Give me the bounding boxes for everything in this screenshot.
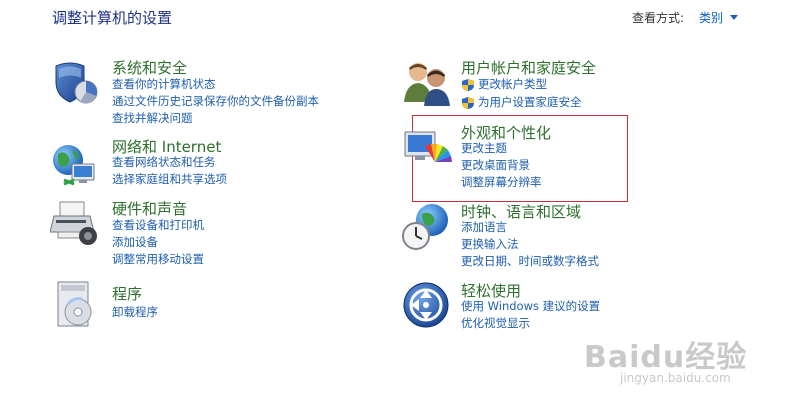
link-add-device[interactable]: 添加设备 [112,234,158,251]
view-by-dropdown[interactable]: 类别 [699,9,723,26]
category-title-hardware-sound[interactable]: 硬件和声音 [112,198,187,219]
link-change-theme[interactable]: 更改主题 [461,140,507,157]
link-add-language[interactable]: 添加语言 [461,219,507,236]
view-by-label: 查看方式: [632,11,685,25]
link-uninstall-program[interactable]: 卸载程序 [112,304,158,321]
link-change-date-time-format[interactable]: 更改日期、时间或数字格式 [461,253,599,270]
watermark-url: jingyan.baidu.com [620,371,731,385]
link-file-history-backup[interactable]: 通过文件历史记录保存你的文件备份副本 [112,93,319,110]
link-change-account-type[interactable]: 更改帐户类型 [478,76,547,93]
appearance-personalization-icon[interactable] [403,128,453,178]
link-devices-printers[interactable]: 查看设备和打印机 [112,217,204,234]
network-internet-icon[interactable] [50,140,100,190]
link-homegroup-sharing[interactable]: 选择家庭组和共享选项 [112,171,227,188]
clock-language-region-icon[interactable] [402,202,452,252]
link-mobility-settings[interactable]: 调整常用移动设置 [112,251,204,268]
chevron-down-icon[interactable] [730,15,738,20]
link-view-computer-status[interactable]: 查看你的计算机状态 [112,76,216,93]
link-change-desktop-background[interactable]: 更改桌面背景 [461,157,530,174]
link-change-input-method[interactable]: 更换输入法 [461,236,519,253]
link-optimize-visual-display[interactable]: 优化视觉显示 [461,315,530,332]
user-accounts-icon[interactable] [402,58,452,108]
uac-shield-icon [461,77,475,91]
link-windows-recommended-settings[interactable]: 使用 Windows 建议的设置 [461,298,600,315]
hardware-sound-icon[interactable] [49,198,100,248]
page-title: 调整计算机的设置 [52,9,173,27]
link-family-safety[interactable]: 为用户设置家庭安全 [478,94,582,111]
ease-of-access-icon[interactable] [402,281,452,331]
watermark: Baidu经验 [584,340,748,375]
category-title-programs[interactable]: 程序 [112,283,142,304]
category-title-user-accounts[interactable]: 用户帐户和家庭安全 [461,57,596,78]
system-security-icon[interactable] [50,58,100,108]
link-adjust-screen-resolution[interactable]: 调整屏幕分辨率 [461,174,542,191]
programs-icon[interactable] [52,280,102,330]
uac-shield-icon [461,95,475,109]
link-troubleshoot[interactable]: 查找并解决问题 [112,110,193,127]
link-network-status[interactable]: 查看网络状态和任务 [112,154,216,171]
category-title-system-security[interactable]: 系统和安全 [112,57,187,78]
